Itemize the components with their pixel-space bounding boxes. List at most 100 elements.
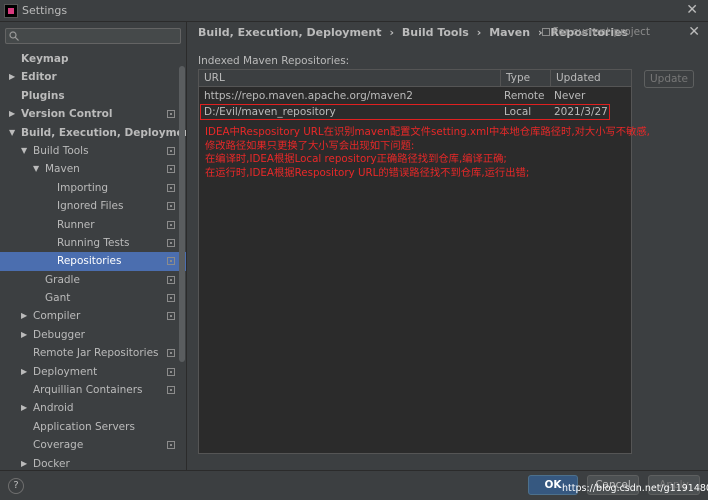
project-scope-icon [167, 165, 175, 174]
cell-updated: Never [554, 90, 586, 102]
sidebar-item-label: Compiler [33, 310, 81, 323]
chevron-right-icon[interactable]: ▶ [21, 326, 27, 344]
column-header-type[interactable]: Type [501, 70, 551, 87]
chevron-down-icon[interactable]: ▼ [21, 142, 27, 160]
watermark-text: https://blog.csdn.net/g1191480414 [562, 483, 708, 494]
sidebar-item-label: Debugger [33, 328, 85, 341]
cell-url: https://repo.maven.apache.org/maven2 [204, 90, 413, 102]
project-scope-icon [167, 257, 175, 266]
update-button[interactable]: Update [644, 70, 694, 88]
annotation-note: IDEA中Respository URL在识别maven配置文件setting.… [205, 126, 675, 180]
sidebar-item-label: Build, Execution, Deployment [21, 126, 187, 139]
sidebar-item-android[interactable]: ▶ Android [0, 399, 186, 417]
sidebar-item-keymap[interactable]: Keymap [0, 50, 186, 68]
sidebar-item-importing[interactable]: Importing [0, 179, 186, 197]
sidebar-item-label: Deployment [33, 365, 98, 378]
sidebar-item-build-tools[interactable]: ▼ Build Tools [0, 142, 186, 160]
chevron-right-icon[interactable]: ▶ [21, 455, 27, 470]
project-scope-icon [167, 183, 175, 192]
note-line: 在运行时,IDEA根据Respository URL的错误路径找不到仓库,运行出… [205, 166, 530, 179]
sidebar-item-label: Plugins [21, 89, 65, 102]
sidebar-item-label: Docker [33, 457, 70, 470]
sidebar-item-debugger[interactable]: ▶ Debugger [0, 326, 186, 344]
sidebar-item-label: Gradle [45, 273, 80, 286]
project-scope-icon [167, 202, 175, 211]
settings-sidebar: Keymap ▶ Editor Plugins ▶ Version Control ▼ Bui… [0, 22, 187, 470]
sidebar-scrollbar[interactable] [179, 66, 185, 362]
note-line: IDEA中Respository URL在识别maven配置文件setting.… [205, 126, 650, 138]
sidebar-item-label: Coverage [33, 439, 84, 452]
chevron-right-icon[interactable]: ▶ [21, 399, 27, 417]
project-scope-icon [167, 275, 175, 284]
sidebar-item-plugins[interactable]: Plugins [0, 87, 186, 105]
project-scope-icon [167, 312, 175, 321]
search-input[interactable] [22, 30, 177, 42]
sidebar-item-label: Editor [21, 71, 57, 84]
main-panel: Build, Execution, Deployment › Build Tool… [188, 22, 708, 470]
sidebar-item-repositories[interactable]: Repositories [0, 252, 186, 271]
sidebar-item-label: Arquillian Containers [33, 384, 143, 397]
sidebar-item-label: Android [33, 402, 74, 415]
breadcrumb-item: Build, Execution, Deployment [198, 26, 382, 39]
table-row[interactable]: https://repo.maven.apache.org/maven2 Rem… [199, 88, 631, 104]
sidebar-item-gradle[interactable]: Gradle [0, 271, 186, 289]
close-icon[interactable]: ✕ [688, 24, 700, 40]
sidebar-item-docker[interactable]: ▶ Docker [0, 455, 186, 470]
sidebar-item-label: Remote Jar Repositories [33, 347, 159, 360]
project-scope-icon [167, 386, 175, 395]
sidebar-item-coverage[interactable]: Coverage [0, 436, 186, 454]
breadcrumb-item: Build Tools [401, 26, 469, 39]
note-line: 在编译时,IDEA根据Local repository正确路径找到仓库,编译正确… [205, 153, 507, 165]
sidebar-item-application-servers[interactable]: Application Servers [0, 418, 186, 436]
sidebar-item-maven[interactable]: ▼ Maven [0, 160, 186, 178]
sidebar-item-label: Version Control [21, 108, 113, 121]
chevron-right-icon[interactable]: ▶ [21, 363, 27, 381]
column-header-url[interactable]: URL [199, 70, 501, 87]
project-scope-icon [167, 220, 175, 229]
chevron-right-icon[interactable]: ▶ [21, 307, 27, 325]
sidebar-item-label: Runner [57, 218, 95, 231]
dialog-footer: ? OK Cancel Apply https://blog.csdn.net/… [0, 470, 708, 500]
sidebar-item-label: Ignored Files [57, 200, 124, 213]
sidebar-item-label: Maven [45, 163, 80, 176]
sidebar-item-runner[interactable]: Runner [0, 216, 186, 234]
sidebar-item-label: Application Servers [33, 420, 135, 433]
annotation-highlight-box [200, 104, 610, 120]
project-scope-icon [167, 146, 175, 155]
project-icon [541, 28, 550, 36]
search-box[interactable] [5, 28, 181, 44]
sidebar-item-deployment[interactable]: ▶ Deployment [0, 363, 186, 381]
project-scope-icon [167, 294, 175, 303]
intellij-logo-icon [4, 4, 18, 18]
title-bar: Settings ✕ [0, 0, 708, 22]
search-icon [9, 31, 19, 41]
sidebar-item-build-execution-deployment[interactable]: ▼ Build, Execution, Deployment [0, 124, 187, 142]
sidebar-item-gant[interactable]: Gant [0, 289, 186, 307]
sidebar-item-label: Keymap [21, 53, 69, 65]
breadcrumb-item: Maven [489, 26, 531, 39]
chevron-down-icon[interactable]: ▼ [33, 160, 39, 178]
sidebar-item-arquillian-containers[interactable]: Arquillian Containers [0, 381, 186, 399]
sidebar-item-version-control[interactable]: ▶ Version Control [0, 105, 186, 123]
sidebar-item-running-tests[interactable]: Running Tests [0, 234, 186, 252]
sidebar-item-label: Repositories [57, 255, 122, 268]
sidebar-item-label: Gant [45, 292, 71, 305]
project-scope-icon [167, 238, 175, 247]
sidebar-item-editor[interactable]: ▶ Editor [0, 68, 186, 86]
window-title: Settings [22, 4, 68, 17]
column-header-updated[interactable]: Updated [551, 70, 631, 87]
chevron-down-icon[interactable]: ▼ [9, 124, 15, 142]
settings-tree: Keymap ▶ Editor Plugins ▶ Version Control ▼ Bui… [0, 50, 187, 470]
project-scope-icon [167, 367, 175, 376]
sidebar-item-ignored-files[interactable]: Ignored Files [0, 197, 186, 215]
sidebar-item-compiler[interactable]: ▶ Compiler [0, 307, 186, 325]
for-current-project-label: For current project [552, 26, 650, 38]
chevron-right-icon[interactable]: ▶ [9, 68, 15, 86]
sidebar-item-label: Importing [57, 181, 109, 194]
help-button[interactable]: ? [8, 478, 24, 494]
chevron-right-icon[interactable]: ▶ [9, 105, 15, 123]
sidebar-item-label: Build Tools [33, 144, 89, 157]
project-scope-icon [167, 349, 175, 358]
window-close-icon[interactable]: ✕ [686, 2, 698, 18]
sidebar-item-remote-jar-repositories[interactable]: Remote Jar Repositories [0, 344, 186, 362]
